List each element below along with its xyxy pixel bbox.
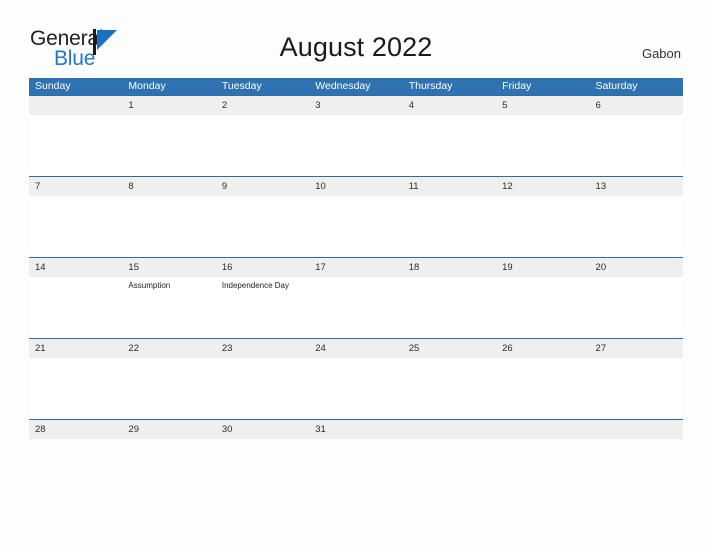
week-event-band (29, 115, 683, 176)
week-row: 1 2 3 4 5 6 (29, 95, 683, 176)
day-number[interactable]: 7 (29, 177, 122, 196)
day-cell[interactable] (590, 196, 683, 257)
day-cell[interactable] (590, 358, 683, 419)
day-cell[interactable] (309, 196, 402, 257)
day-number[interactable]: 4 (403, 96, 496, 115)
day-cell[interactable] (403, 196, 496, 257)
day-event-label: Independence Day (221, 281, 290, 290)
day-cell[interactable] (29, 115, 122, 176)
day-cell[interactable] (29, 196, 122, 257)
page-header: General Blue August 2022 Gabon (0, 0, 712, 78)
day-cell[interactable] (29, 277, 122, 338)
day-number[interactable]: 28 (29, 420, 122, 439)
day-cell[interactable] (496, 196, 589, 257)
page-title: August 2022 (279, 32, 433, 62)
week-date-band: 21 22 23 24 25 26 27 (29, 339, 683, 358)
day-number (496, 420, 589, 439)
day-number[interactable]: 12 (496, 177, 589, 196)
day-cell[interactable] (309, 358, 402, 419)
day-cell[interactable] (403, 358, 496, 419)
week-date-band: 1 2 3 4 5 6 (29, 96, 683, 115)
weekday-header-wednesday: Wednesday (315, 80, 371, 92)
weekday-header-friday: Friday (502, 80, 532, 92)
week-date-band: 14 15 16 17 18 19 20 (29, 258, 683, 277)
week-event-band (29, 196, 683, 257)
weekday-header-monday: Monday (128, 80, 166, 92)
day-cell[interactable] (216, 196, 309, 257)
day-number[interactable]: 25 (403, 339, 496, 358)
day-cell[interactable] (496, 115, 589, 176)
day-cell[interactable] (216, 115, 309, 176)
day-number[interactable]: 9 (216, 177, 309, 196)
weekday-header-thursday: Thursday (408, 80, 453, 92)
day-number[interactable]: 29 (122, 420, 215, 439)
day-number[interactable]: 17 (309, 258, 402, 277)
day-number[interactable]: 2 (216, 96, 309, 115)
day-cell[interactable] (496, 277, 589, 338)
day-number[interactable]: 14 (29, 258, 122, 277)
day-cell[interactable] (309, 277, 402, 338)
day-number[interactable]: 10 (309, 177, 402, 196)
region-label: Gabon (641, 46, 681, 61)
day-number[interactable]: 8 (122, 177, 215, 196)
day-cell[interactable] (29, 358, 122, 419)
day-cell[interactable] (122, 196, 215, 257)
day-number[interactable]: 21 (29, 339, 122, 358)
day-number[interactable]: 22 (122, 339, 215, 358)
calendar-grid: Sunday Monday Tuesday Wednesday Thursday… (29, 78, 683, 439)
week-event-band (29, 358, 683, 419)
day-number[interactable]: 27 (590, 339, 683, 358)
week-date-band: 7 8 9 10 11 12 13 (29, 177, 683, 196)
day-cell[interactable]: Assumption (122, 277, 215, 338)
day-number[interactable]: 5 (496, 96, 589, 115)
weekday-header-sunday: Sunday (35, 80, 71, 92)
week-row: 7 8 9 10 11 12 13 (29, 176, 683, 257)
day-cell[interactable]: Independence Day (216, 277, 309, 338)
day-cell[interactable] (122, 115, 215, 176)
day-cell[interactable] (590, 277, 683, 338)
day-number[interactable]: 18 (403, 258, 496, 277)
day-number[interactable]: 19 (496, 258, 589, 277)
day-cell[interactable] (590, 115, 683, 176)
day-number[interactable]: 30 (216, 420, 309, 439)
day-number[interactable]: 3 (309, 96, 402, 115)
day-event-label: Assumption (128, 281, 171, 290)
day-cell[interactable] (403, 115, 496, 176)
day-number[interactable]: 11 (403, 177, 496, 196)
day-number[interactable]: 23 (216, 339, 309, 358)
weekday-header-tuesday: Tuesday (221, 80, 262, 92)
weekday-header-row: Sunday Monday Tuesday Wednesday Thursday… (29, 78, 683, 95)
week-event-band: Assumption Independence Day (29, 277, 683, 338)
week-row: 21 22 23 24 25 26 27 (29, 338, 683, 419)
day-number[interactable]: 31 (309, 420, 402, 439)
week-date-band: 28 29 30 31 (29, 420, 683, 439)
day-number[interactable]: 26 (496, 339, 589, 358)
weekday-header-saturday: Saturday (595, 80, 638, 92)
day-number[interactable]: 1 (122, 96, 215, 115)
day-number[interactable]: 24 (309, 339, 402, 358)
day-number[interactable] (29, 96, 122, 115)
day-number[interactable]: 20 (590, 258, 683, 277)
day-cell[interactable] (122, 358, 215, 419)
day-number[interactable]: 15 (122, 258, 215, 277)
week-row: 14 15 16 17 18 19 20 Assumption Independ… (29, 257, 683, 338)
day-number[interactable]: 16 (216, 258, 309, 277)
day-cell[interactable] (216, 358, 309, 419)
day-number[interactable]: 6 (590, 96, 683, 115)
day-number[interactable]: 13 (590, 177, 683, 196)
day-cell[interactable] (309, 115, 402, 176)
week-row: 28 29 30 31 (29, 419, 683, 439)
day-number (403, 420, 496, 439)
day-cell[interactable] (403, 277, 496, 338)
day-cell[interactable] (496, 358, 589, 419)
day-number (590, 420, 683, 439)
